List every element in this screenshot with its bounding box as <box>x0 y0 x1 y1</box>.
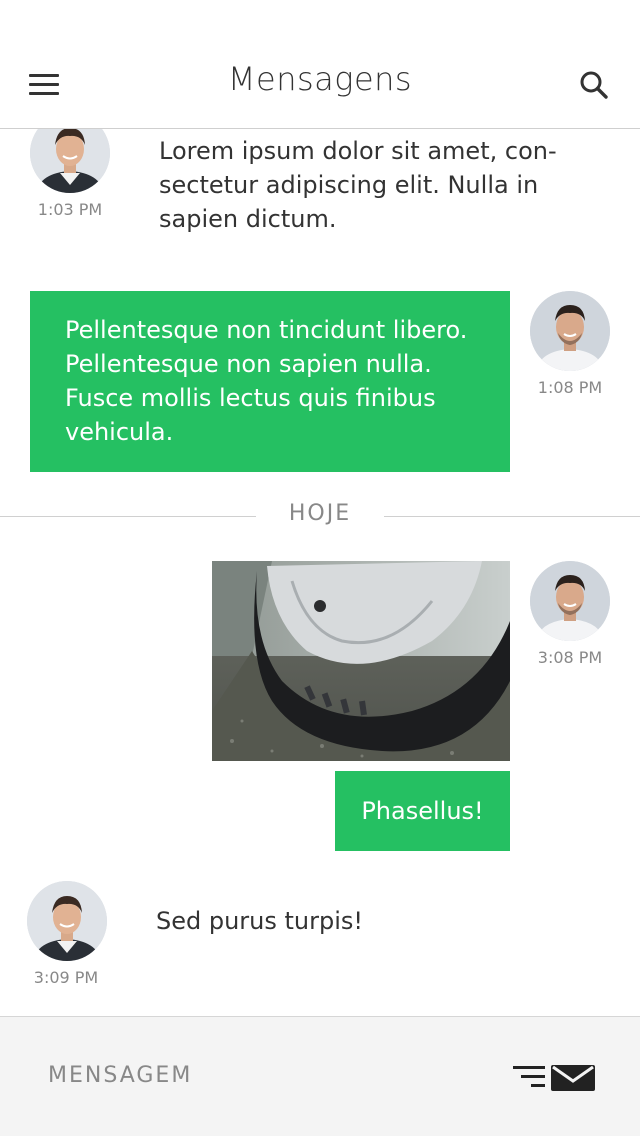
message-list[interactable]: 1:03 PM Lorem ipsum dolor sit amet, con-… <box>0 129 640 1016</box>
user-avatar[interactable] <box>530 291 610 371</box>
person-photo-icon <box>27 881 107 961</box>
contact-avatar[interactable] <box>30 129 110 193</box>
date-divider: HOJE <box>0 501 640 531</box>
message-composer-bar: MENSAGEM <box>0 1016 640 1136</box>
person-photo-icon <box>30 129 110 193</box>
app-header: Mensagens <box>0 0 640 129</box>
message-input[interactable]: MENSAGEM <box>48 1063 192 1088</box>
message-time: 3:08 PM <box>537 648 603 667</box>
message-text: Lorem ipsum dolor sit amet, con- sectetu… <box>159 137 557 233</box>
search-icon[interactable] <box>579 70 609 100</box>
person-photo-icon <box>530 561 610 641</box>
send-envelope-icon[interactable] <box>513 1063 595 1091</box>
flat-tire-photo-icon <box>212 561 510 761</box>
outgoing-message-bubble[interactable]: Phasellus! <box>335 771 510 851</box>
date-divider-label: HOJE <box>288 501 352 526</box>
outgoing-message-bubble[interactable]: Pellentesque non tincidunt libero. Pelle… <box>30 291 510 472</box>
user-avatar[interactable] <box>530 561 610 641</box>
shared-photo[interactable] <box>212 561 510 761</box>
page-title: Mensagens <box>227 60 413 98</box>
contact-avatar[interactable] <box>27 881 107 961</box>
message-time: 1:03 PM <box>37 200 103 219</box>
message-time: 3:09 PM <box>33 968 99 987</box>
message-text: Sed purus turpis! <box>156 907 364 935</box>
person-photo-icon <box>530 291 610 371</box>
message-time: 1:08 PM <box>537 378 603 397</box>
